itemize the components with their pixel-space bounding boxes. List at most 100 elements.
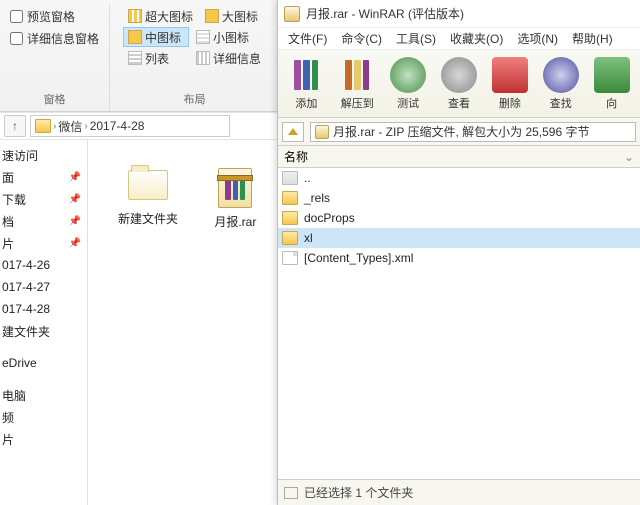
toolbar-find-button[interactable]: 查找 (536, 57, 585, 111)
toolbar-delete-label: 删除 (499, 95, 521, 111)
list-item-xl[interactable]: xl (278, 228, 640, 248)
small-icons-icon (196, 30, 210, 44)
nav-date-2-label: 017-4-27 (2, 280, 50, 294)
nav-documents[interactable]: 档📌 (0, 210, 87, 232)
nav-videos[interactable]: 频 (0, 406, 87, 428)
nav-date-1-label: 017-4-26 (2, 258, 50, 272)
details-icon (196, 51, 210, 65)
layout-small-icons[interactable]: 小图标 (191, 27, 257, 47)
nav-pictures-2[interactable]: 片 (0, 428, 87, 450)
folder-icon (282, 191, 298, 205)
list-item-rels[interactable]: _rels (278, 188, 640, 208)
toolbar-find-label: 查找 (550, 95, 572, 111)
details-pane-toggle[interactable]: 详细信息窗格 (10, 28, 99, 48)
winrar-title-text: 月报.rar - WinRAR (评估版本) (306, 5, 464, 22)
list-item-updir-label: .. (304, 171, 311, 185)
nav-new-folder-label: 建文件夹 (2, 323, 50, 340)
nav-onedrive[interactable]: eDrive (0, 352, 87, 374)
nav-back-button[interactable]: ↑ (4, 115, 26, 137)
breadcrumb-path[interactable]: › 微信 › 2017-4-28 (30, 115, 230, 137)
xml-file-icon (282, 251, 298, 265)
menu-help[interactable]: 帮助(H) (566, 28, 619, 49)
nav-downloads-label: 下载 (2, 191, 26, 208)
add-icon (288, 57, 324, 93)
layout-extra-large-icons[interactable]: 超大图标 (123, 6, 198, 26)
pin-icon: 📌 (69, 194, 81, 205)
layout-large-label: 大图标 (222, 8, 258, 25)
toolbar-view-label: 查看 (448, 95, 470, 111)
details-pane-label: 详细信息窗格 (27, 30, 99, 47)
pin-icon: 📌 (69, 238, 81, 249)
toolbar-test-button[interactable]: 测试 (384, 57, 433, 111)
nav-new-folder[interactable]: 建文件夹 (0, 320, 87, 342)
nav-pictures-label: 片 (2, 235, 14, 252)
preview-pane-toggle[interactable]: 预览窗格 (10, 6, 99, 26)
toolbar-view-button[interactable]: 查看 (435, 57, 484, 111)
nav-date-2[interactable]: 017-4-27 (0, 276, 87, 298)
nav-downloads[interactable]: 下载 📌 (0, 188, 87, 210)
extra-large-icons-icon (128, 9, 142, 23)
winrar-toolbar: 添加 解压到 测试 查看 删除 查找 向 (278, 50, 640, 118)
toolbar-extract-label: 解压到 (341, 95, 374, 111)
archive-path-field[interactable]: 月报.rar - ZIP 压缩文件, 解包大小为 25,596 字节 (310, 122, 636, 142)
list-item-docprops[interactable]: docProps (278, 208, 640, 228)
folder-icon (35, 119, 51, 133)
nav-date-3[interactable]: 017-4-28 (0, 298, 87, 320)
layout-details[interactable]: 详细信息 (191, 48, 266, 68)
details-pane-checkbox[interactable] (10, 32, 23, 45)
nav-videos-label: 频 (2, 409, 14, 426)
layout-large-icons[interactable]: 大图标 (200, 6, 266, 26)
list-item-content-types[interactable]: [Content_Types].xml (278, 248, 640, 268)
large-icons-icon (205, 9, 219, 23)
layout-list[interactable]: 列表 (123, 48, 189, 68)
toolbar-delete-button[interactable]: 删除 (485, 57, 534, 111)
layout-list-label: 列表 (145, 50, 169, 67)
nav-date-1[interactable]: 017-4-26 (0, 254, 87, 276)
ribbon-group-panes-label: 窗格 (44, 89, 66, 111)
wizard-icon (594, 57, 630, 93)
winrar-titlebar[interactable]: 月报.rar - WinRAR (评估版本) (278, 0, 640, 28)
list-item-docprops-label: docProps (304, 211, 355, 225)
layout-extra-large-label: 超大图标 (145, 8, 193, 25)
status-icon (284, 487, 298, 499)
menu-favorites[interactable]: 收藏夹(O) (444, 28, 509, 49)
nav-quick-access[interactable]: 速访问 (0, 144, 87, 166)
list-item-updir[interactable]: .. (278, 168, 640, 188)
nav-desktop[interactable]: 面📌 (0, 166, 87, 188)
menu-file[interactable]: 文件(F) (282, 28, 333, 49)
medium-icons-icon (128, 30, 142, 44)
nav-onedrive-label: eDrive (2, 356, 37, 370)
toolbar-extract-button[interactable]: 解压到 (333, 57, 382, 111)
winrar-column-header[interactable]: 名称 ⌄ (278, 146, 640, 168)
ribbon-group-panes: 预览窗格 详细信息窗格 窗格 (0, 4, 110, 111)
up-directory-button[interactable] (282, 122, 304, 142)
pin-icon: 📌 (69, 172, 81, 183)
preview-pane-checkbox[interactable] (10, 10, 23, 23)
chevron-right-icon: › (53, 121, 56, 132)
breadcrumb-seg-2-label: 2017-4-28 (90, 119, 145, 133)
rar-archive-icon (315, 125, 329, 139)
nav-desktop-label: 面 (2, 169, 14, 186)
menu-tools[interactable]: 工具(S) (390, 28, 442, 49)
breadcrumb-seg-1[interactable]: 微信 (58, 118, 82, 135)
layout-medium-label: 中图标 (145, 29, 181, 46)
toolbar-add-button[interactable]: 添加 (282, 57, 331, 111)
nav-this-pc[interactable]: 电脑 (0, 384, 87, 406)
folder-icon (282, 211, 298, 225)
delete-icon (492, 57, 528, 93)
breadcrumb-seg-2[interactable]: 2017-4-28 (90, 119, 145, 133)
menu-commands[interactable]: 命令(C) (335, 28, 388, 49)
folder-up-icon (282, 171, 298, 185)
archive-path-text: 月报.rar - ZIP 压缩文件, 解包大小为 25,596 字节 (333, 123, 590, 140)
file-tile-rar[interactable]: 月报.rar (199, 167, 271, 230)
nav-pictures[interactable]: 片📌 (0, 232, 87, 254)
toolbar-test-label: 测试 (397, 95, 419, 111)
winrar-file-list[interactable]: .. _rels docProps xl [Content_Types].xml (278, 168, 640, 479)
layout-details-label: 详细信息 (213, 50, 261, 67)
layout-medium-icons[interactable]: 中图标 (123, 27, 189, 47)
toolbar-wizard-button[interactable]: 向 (587, 57, 636, 111)
view-icon (441, 57, 477, 93)
nav-quick-access-label: 速访问 (2, 147, 38, 164)
menu-options[interactable]: 选项(N) (511, 28, 564, 49)
file-tile-new-folder[interactable]: 新建文件夹 (112, 164, 184, 227)
